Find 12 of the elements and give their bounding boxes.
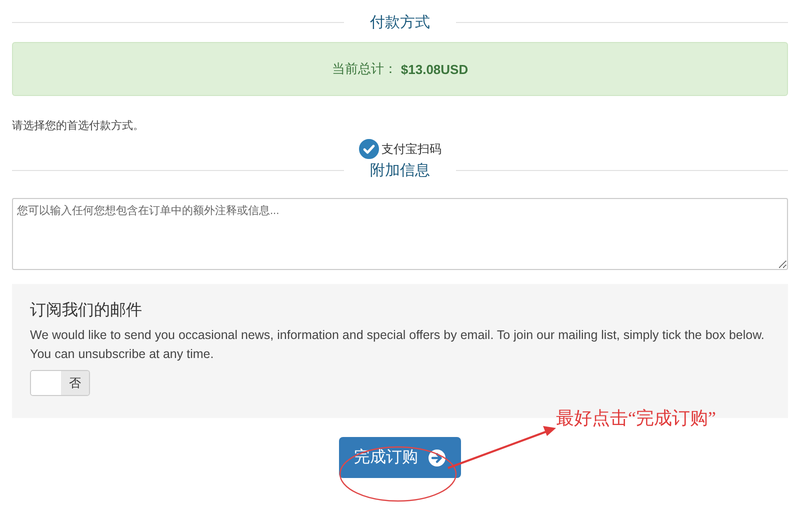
newsletter-toggle[interactable]: 否 bbox=[30, 370, 90, 396]
payment-option-label[interactable]: 支付宝扫码 bbox=[382, 140, 442, 158]
notes-field[interactable]: 您可以输入任何您想包含在订单中的额外注释或信息... bbox=[12, 198, 788, 270]
newsletter-title: 订阅我们的邮件 bbox=[30, 300, 143, 321]
total-banner: 当前总计： $13.08USD bbox=[12, 42, 788, 96]
annotation-text: 最好点击“完成订购” bbox=[556, 407, 716, 430]
check-icon[interactable] bbox=[358, 139, 378, 159]
arrow-right-icon bbox=[428, 448, 446, 466]
section-title: 附加信息 bbox=[369, 160, 431, 180]
newsletter-text: We would like to send you occasional news, information and special offers by email. To join our mailing list, simply tick the box below. You can unsubscribe at any time. bbox=[30, 327, 766, 363]
section-title: 付款方式 bbox=[369, 12, 431, 32]
payment-prompt: 请选择您的首选付款方式。 bbox=[12, 118, 145, 133]
